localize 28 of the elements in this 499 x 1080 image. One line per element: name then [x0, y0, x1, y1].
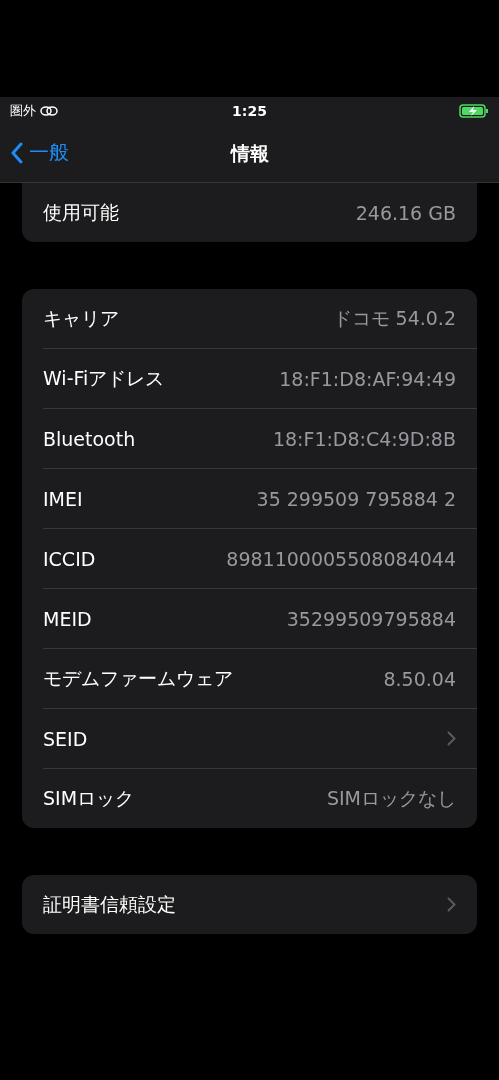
row-label[interactable]: 証明書信頼設定: [43, 891, 176, 918]
row-value: 18:F1:D8:C4:9D:8B: [272, 427, 456, 450]
row-label: SIMロック: [43, 785, 135, 811]
chevron-left-icon: [10, 141, 23, 164]
row-value: 35299509795884: [286, 607, 456, 630]
row-value: 35 299509 795884 2: [256, 487, 456, 510]
row-label: 使用可能: [43, 199, 119, 225]
row-value: 8981100005508084044: [226, 547, 456, 570]
row-value: 18:F1:D8:AF:94:49: [279, 367, 456, 390]
row-value: 246.16 GB: [355, 201, 456, 224]
row-label: モデムファームウェア: [43, 665, 233, 691]
carrier-text: 圏外: [10, 102, 36, 120]
row-label[interactable]: SEID: [43, 727, 88, 750]
chevron-right-icon[interactable]: [447, 897, 456, 912]
chevron-right-icon[interactable]: [447, 731, 456, 746]
row-value: 8.50.04: [383, 667, 456, 690]
page-title: 情報: [230, 140, 269, 166]
link-icon: [40, 106, 58, 116]
row-label: ICCID: [43, 547, 96, 570]
row-label: IMEI: [43, 487, 83, 510]
row-label: キャリア: [43, 305, 119, 331]
row-value: SIMロックなし: [326, 785, 456, 811]
clock-time: 1:25: [232, 103, 267, 119]
row-value: ドコモ 54.0.2: [332, 305, 456, 331]
row-label: MEID: [43, 607, 92, 630]
row-label: Wi-Fiアドレス: [43, 365, 165, 391]
back-button[interactable]: 一般: [10, 139, 69, 166]
row-label: Bluetooth: [43, 427, 136, 450]
